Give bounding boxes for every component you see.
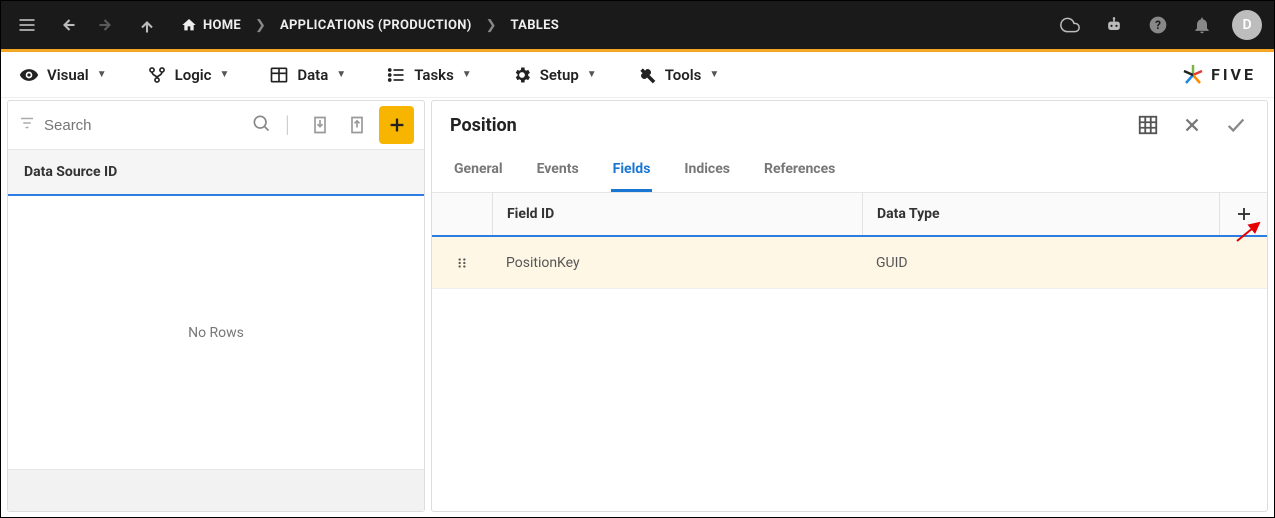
logo-icon	[1181, 63, 1205, 87]
empty-text: No Rows	[188, 325, 244, 341]
close-icon[interactable]	[1179, 112, 1205, 138]
chevron-down-icon: ▼	[462, 69, 472, 80]
top-bar: HOME ❯ APPLICATIONS (PRODUCTION) ❯ TABLE…	[1, 1, 1274, 49]
tab-general[interactable]: General	[452, 149, 505, 192]
add-field-button[interactable]	[1219, 193, 1267, 235]
column-data-type: Data Type	[862, 193, 1219, 235]
import-icon[interactable]	[305, 109, 334, 141]
breadcrumb-home[interactable]: HOME	[181, 17, 241, 33]
right-panel: Position General Events Fields Indices R…	[431, 100, 1268, 512]
tab-fields[interactable]: Fields	[611, 149, 653, 192]
svg-text:?: ?	[1155, 18, 1161, 32]
left-toolbar: │	[8, 101, 424, 149]
gear-icon	[512, 65, 532, 85]
menu-label: Setup	[540, 66, 579, 84]
breadcrumb-label: TABLES	[511, 18, 560, 33]
menu-label: Tasks	[414, 66, 454, 84]
menu-tools[interactable]: Tools ▼	[637, 65, 720, 85]
menu-tasks[interactable]: Tasks ▼	[386, 65, 472, 85]
help-icon[interactable]: ?	[1144, 11, 1172, 39]
left-column-header: Data Source ID	[8, 149, 424, 196]
avatar[interactable]: D	[1232, 10, 1262, 40]
chevron-down-icon: ▼	[219, 69, 229, 80]
left-empty-state: No Rows	[8, 196, 424, 469]
export-icon[interactable]	[342, 109, 371, 141]
tab-events[interactable]: Events	[535, 149, 581, 192]
chevron-down-icon: ▼	[97, 69, 107, 80]
breadcrumb: HOME ❯ APPLICATIONS (PRODUCTION) ❯ TABLE…	[181, 17, 559, 33]
logo-text: FIVE	[1211, 65, 1256, 84]
right-header: Position	[432, 101, 1267, 149]
chevron-down-icon: ▼	[336, 69, 346, 80]
column-handle	[432, 193, 492, 235]
breadcrumb-label: APPLICATIONS (PRODUCTION)	[280, 18, 472, 33]
cloud-icon[interactable]	[1056, 11, 1084, 39]
divider: │	[279, 115, 297, 135]
back-icon[interactable]	[53, 11, 81, 39]
table-row[interactable]: PositionKey GUID	[432, 237, 1267, 289]
cell-data-type: GUID	[862, 255, 1219, 271]
home-icon	[181, 17, 197, 33]
cell-field-id: PositionKey	[492, 255, 862, 271]
chevron-down-icon: ▼	[709, 69, 719, 80]
plus-icon	[1235, 205, 1253, 223]
menu-visual[interactable]: Visual ▼	[19, 65, 107, 85]
tab-references[interactable]: References	[762, 149, 837, 192]
page-title: Position	[450, 115, 1125, 136]
menu-setup[interactable]: Setup ▼	[512, 65, 597, 85]
menu-label: Visual	[47, 66, 89, 84]
menu-data[interactable]: Data ▼	[269, 65, 346, 85]
grid-view-icon[interactable]	[1135, 112, 1161, 138]
breadcrumb-tables[interactable]: TABLES	[511, 18, 560, 33]
tabs: General Events Fields Indices References	[432, 149, 1267, 193]
left-panel: │ Data Source ID No Rows	[7, 100, 425, 512]
forward-icon	[93, 11, 121, 39]
tab-indices[interactable]: Indices	[682, 149, 732, 192]
breadcrumb-applications[interactable]: APPLICATIONS (PRODUCTION)	[280, 18, 472, 33]
bot-icon[interactable]	[1100, 11, 1128, 39]
flow-icon	[147, 65, 167, 85]
filter-icon[interactable]	[18, 114, 36, 136]
up-icon[interactable]	[133, 11, 161, 39]
search-icon[interactable]	[251, 113, 271, 137]
table-icon	[269, 65, 289, 85]
avatar-initial: D	[1242, 17, 1251, 33]
list-icon	[386, 65, 406, 85]
menu-icon[interactable]	[13, 11, 41, 39]
search-input[interactable]	[44, 117, 243, 134]
fields-grid-header: Field ID Data Type	[432, 193, 1267, 237]
menu-label: Tools	[665, 66, 702, 84]
breadcrumb-label: HOME	[203, 18, 241, 33]
menu-label: Logic	[175, 66, 212, 84]
chevron-right-icon: ❯	[255, 18, 266, 33]
menu-bar: Visual ▼ Logic ▼ Data ▼ Tasks ▼ Setup ▼ Tools…	[1, 52, 1274, 98]
main-area: │ Data Source ID No Rows Position	[1, 98, 1274, 518]
logo: FIVE	[1181, 63, 1256, 87]
tools-icon	[637, 65, 657, 85]
chevron-down-icon: ▼	[587, 69, 597, 80]
menu-label: Data	[297, 66, 328, 84]
left-footer	[8, 469, 424, 511]
chevron-right-icon: ❯	[486, 18, 497, 33]
bell-icon[interactable]	[1188, 11, 1216, 39]
drag-handle-icon[interactable]	[432, 256, 492, 270]
plus-icon	[386, 114, 408, 136]
menu-logic[interactable]: Logic ▼	[147, 65, 230, 85]
add-button[interactable]	[379, 106, 414, 144]
save-icon[interactable]	[1223, 112, 1249, 138]
eye-icon	[19, 65, 39, 85]
column-field-id: Field ID	[492, 193, 862, 235]
